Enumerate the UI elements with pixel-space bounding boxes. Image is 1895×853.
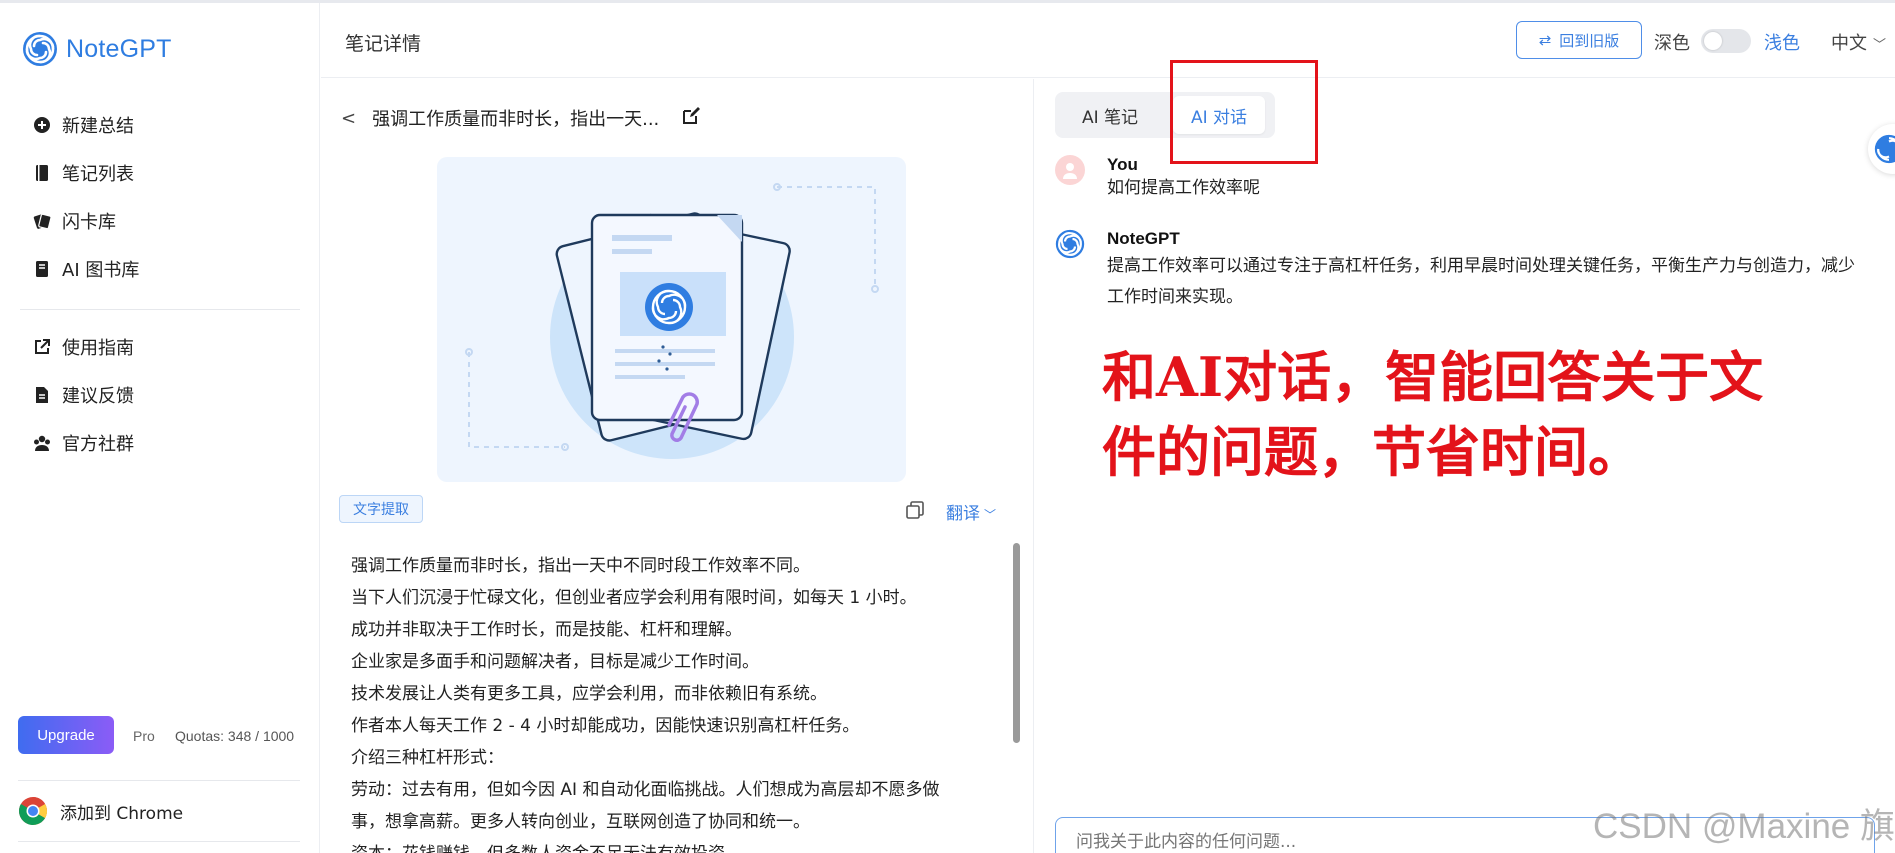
chat-message-assistant: NoteGPT 提高工作效率可以通过专注于高杠杆任务，利用早晨时间处理关键任务，… <box>1055 229 1855 313</box>
flashcard-icon <box>32 211 52 231</box>
annotation-line: 和AI对话，智能回答关于文 <box>1102 345 1764 409</box>
sidebar-divider <box>18 841 300 842</box>
nav-label: 笔记列表 <box>62 164 134 185</box>
text-line: 成功并非取决于工作时长，而是技能、杠杆和理解。 <box>351 620 742 640</box>
document-illustration-graphic <box>465 183 879 459</box>
notegpt-logo-icon <box>1874 134 1895 164</box>
message-line: 提高工作效率可以通过专注于高杠杆任务，利用早晨时间处理关键任务，平衡生产力与创造… <box>1107 256 1855 276</box>
nav-label: 建议反馈 <box>62 386 134 407</box>
text-line: 事，想拿高薪。更多人转向创业，互联网创造了协同和统一。 <box>351 812 810 832</box>
light-mode-label: 浅色 <box>1764 33 1800 54</box>
chevron-down-icon: ﹀ <box>984 508 997 522</box>
plus-circle-icon <box>32 115 52 135</box>
add-to-chrome-link[interactable]: 添加到 Chrome <box>18 796 183 826</box>
text-line: 技术发展让人类有更多工具，应学会利用，而非依赖旧有系统。 <box>351 684 827 704</box>
edit-icon[interactable] <box>681 106 701 130</box>
text-line: 企业家是多面手和问题解决者，目标是减少工作时间。 <box>351 652 759 672</box>
extracted-text: 强调工作质量而非时长，指出一天中不同时段工作效率不同。 当下人们沉浸于忙碌文化，… <box>351 550 991 853</box>
sidebar-divider <box>18 780 300 781</box>
notegpt-avatar-icon <box>1055 229 1085 259</box>
text-line: 当下人们沉浸于忙碌文化，但创业者应学会利用有限时间，如每天 1 小时。 <box>351 588 917 608</box>
logo[interactable]: NoteGPT <box>22 31 172 67</box>
nav-label: 官方社群 <box>62 434 134 455</box>
language-value: 中文 <box>1831 33 1867 54</box>
nav-label: AI 图书库 <box>62 260 140 281</box>
highlight-box <box>1170 60 1318 164</box>
sidebar: NoteGPT 新建总结 笔记列表 闪卡库 AI 图书库 使用指南 建议反馈 官… <box>0 3 320 853</box>
nav-label: 闪卡库 <box>62 212 116 233</box>
document-panel: < 强调工作质量而非时长，指出一天... 文字提取 翻译 ﹀ 强调工作质量而非时… <box>321 79 1034 853</box>
page-title: 笔记详情 <box>345 33 422 55</box>
logo-text: NoteGPT <box>66 34 172 63</box>
chevron-down-icon: ﹀ <box>1873 38 1887 53</box>
document-title: 强调工作质量而非时长，指出一天... <box>372 109 660 130</box>
upgrade-button[interactable]: Upgrade <box>18 716 114 754</box>
community-icon <box>32 433 52 453</box>
document-header: < 强调工作质量而非时长，指出一天... <box>341 105 701 131</box>
notegpt-logo-icon <box>23 32 57 66</box>
text-line: 资本：花钱赚钱，但多数人资金不足无法有效投资。 <box>351 838 991 853</box>
watermark: CSDN @Maxine 旗 <box>1593 807 1895 846</box>
annotation-text: 和AI对话，智能回答关于文 件的问题，节省时间。 <box>1102 340 1862 490</box>
document-illustration <box>437 157 906 482</box>
text-extract-tag[interactable]: 文字提取 <box>339 495 423 523</box>
annotation-line: 件的问题，节省时间。 <box>1102 420 1642 484</box>
back-to-old-version-button[interactable]: ⇄ 回到旧版 <box>1516 21 1642 59</box>
message-line: 工作时间来实现。 <box>1107 287 1243 307</box>
copy-icon[interactable] <box>905 500 925 524</box>
external-link-icon <box>32 337 52 357</box>
nav-new-summary[interactable]: 新建总结 <box>32 101 139 149</box>
text-scrollbar[interactable] <box>1013 543 1020 743</box>
text-line: 强调工作质量而非时长，指出一天中不同时段工作效率不同。 <box>351 556 810 576</box>
document-icon <box>32 385 52 405</box>
text-line: 介绍三种杠杆形式： <box>351 748 504 768</box>
theme-toggle[interactable] <box>1701 29 1751 53</box>
nav-divider <box>20 309 300 310</box>
nav-ai-library[interactable]: AI 图书库 <box>32 245 139 293</box>
message-text: 如何提高工作效率呢 <box>1107 178 1260 198</box>
header: 笔记详情 ⇄ 回到旧版 深色 浅色 中文 ﹀ <box>321 3 1895 78</box>
nav-community[interactable]: 官方社群 <box>32 419 134 467</box>
message-author: NoteGPT <box>1107 229 1180 248</box>
add-to-chrome-label: 添加到 Chrome <box>60 803 184 824</box>
text-line: 劳动：过去有用，但如今因 AI 和自动化面临挑战。人们想成为高层却不愿多做 <box>351 780 940 800</box>
user-avatar <box>1055 155 1085 185</box>
dark-mode-label: 深色 <box>1654 33 1690 54</box>
toggle-knob <box>1704 32 1722 50</box>
main-nav: 新建总结 笔记列表 闪卡库 AI 图书库 <box>32 101 139 293</box>
text-line: 作者本人每天工作 2 - 4 小时却能成功，因能快速识别高杠杆任务。 <box>351 716 860 736</box>
nav-flashcards[interactable]: 闪卡库 <box>32 197 139 245</box>
secondary-nav: 使用指南 建议反馈 官方社群 <box>32 323 134 467</box>
app-root: NoteGPT 新建总结 笔记列表 闪卡库 AI 图书库 使用指南 建议反馈 官… <box>0 0 1895 853</box>
nav-label: 新建总结 <box>62 116 134 137</box>
quota-label: Quotas: 348 / 1000 <box>175 728 295 744</box>
nav-guide[interactable]: 使用指南 <box>32 323 134 371</box>
message-text: 提高工作效率可以通过专注于高杠杆任务，利用早晨时间处理关键任务，平衡生产力与创造… <box>1107 251 1855 313</box>
book-icon <box>32 259 52 279</box>
chrome-icon <box>19 797 47 825</box>
language-select[interactable]: 中文 ﹀ <box>1831 29 1886 55</box>
nav-feedback[interactable]: 建议反馈 <box>32 371 134 419</box>
chevron-left-icon[interactable]: < <box>341 108 356 129</box>
nav-label: 使用指南 <box>62 338 134 359</box>
old-version-label: 回到旧版 <box>1559 32 1620 50</box>
translate-label: 翻译 <box>946 504 980 524</box>
plan-label: Pro <box>133 728 155 744</box>
tab-ai-notes[interactable]: AI 笔记 <box>1059 96 1161 134</box>
nav-note-list[interactable]: 笔记列表 <box>32 149 139 197</box>
translate-dropdown[interactable]: 翻译 ﹀ <box>946 499 996 524</box>
notebook-icon <box>32 163 52 183</box>
swap-icon: ⇄ <box>1538 32 1552 49</box>
